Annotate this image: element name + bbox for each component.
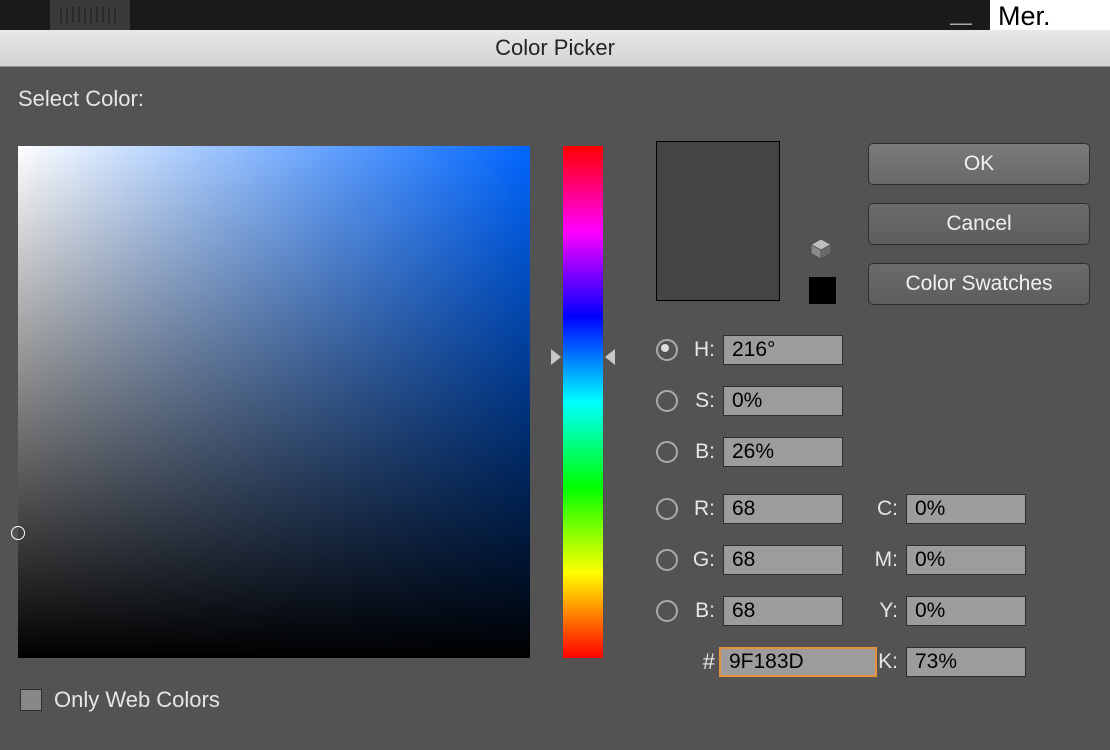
saturation-label: S: bbox=[689, 389, 715, 413]
magenta-input[interactable] bbox=[906, 545, 1026, 575]
magenta-label: M: bbox=[872, 548, 898, 572]
hue-input[interactable] bbox=[723, 335, 843, 365]
magenta-row: M: bbox=[872, 543, 1026, 577]
brightness-label: B: bbox=[689, 440, 715, 464]
blue-label: B: bbox=[689, 599, 715, 623]
dialog-title: Color Picker bbox=[0, 30, 1110, 67]
brightness-input[interactable] bbox=[723, 437, 843, 467]
only-web-colors-option[interactable]: Only Web Colors bbox=[20, 687, 220, 713]
red-label: R: bbox=[689, 497, 715, 521]
yellow-label: Y: bbox=[872, 599, 898, 623]
black-row: K: bbox=[872, 645, 1026, 679]
only-web-colors-checkbox[interactable] bbox=[20, 689, 42, 711]
saturation-brightness-field[interactable] bbox=[18, 146, 530, 658]
green-radio[interactable] bbox=[656, 549, 678, 571]
dialog-body: Select Color: OK Cancel Color Swatches H… bbox=[0, 66, 1110, 750]
green-row: G: bbox=[656, 543, 843, 577]
red-input[interactable] bbox=[723, 494, 843, 524]
yellow-row: Y: bbox=[872, 594, 1026, 628]
sv-brightness-layer bbox=[18, 146, 530, 658]
saturation-radio[interactable] bbox=[656, 390, 678, 412]
previous-color-swatch[interactable] bbox=[809, 277, 836, 304]
yellow-input[interactable] bbox=[906, 596, 1026, 626]
brightness-row: B: bbox=[656, 435, 843, 469]
hex-radio-placeholder bbox=[656, 651, 678, 673]
hue-arrow-left-icon bbox=[551, 349, 561, 365]
hex-row: # bbox=[656, 645, 877, 679]
cyan-row: C: bbox=[872, 492, 1026, 526]
cancel-button[interactable]: Cancel bbox=[868, 203, 1090, 245]
hue-row: H: bbox=[656, 333, 843, 367]
hue-slider[interactable] bbox=[563, 146, 603, 658]
panel-grip-icon bbox=[50, 0, 130, 30]
app-chrome-strip bbox=[0, 0, 1110, 30]
cube-3d-icon bbox=[810, 238, 832, 260]
black-label: K: bbox=[872, 650, 898, 674]
black-input[interactable] bbox=[906, 647, 1026, 677]
only-web-colors-label: Only Web Colors bbox=[54, 687, 220, 713]
background-corner-text: Mer. bbox=[990, 0, 1110, 33]
brightness-radio[interactable] bbox=[656, 441, 678, 463]
saturation-row: S: bbox=[656, 384, 843, 418]
ok-button[interactable]: OK bbox=[868, 143, 1090, 185]
green-input[interactable] bbox=[723, 545, 843, 575]
hex-input[interactable] bbox=[719, 647, 877, 677]
blue-input[interactable] bbox=[723, 596, 843, 626]
hex-hash-label: # bbox=[689, 649, 715, 675]
red-radio[interactable] bbox=[656, 498, 678, 520]
blue-radio[interactable] bbox=[656, 600, 678, 622]
color-picker-dialog: Color Picker Select Color: OK Cancel Col… bbox=[0, 30, 1110, 750]
color-swatches-button[interactable]: Color Swatches bbox=[868, 263, 1090, 305]
blue-row: B: bbox=[656, 594, 843, 628]
hue-radio[interactable] bbox=[656, 339, 678, 361]
saturation-input[interactable] bbox=[723, 386, 843, 416]
hue-arrow-right-icon bbox=[605, 349, 615, 365]
cyan-label: C: bbox=[872, 497, 898, 521]
hue-label: H: bbox=[689, 338, 715, 362]
green-label: G: bbox=[689, 548, 715, 572]
select-color-heading: Select Color: bbox=[18, 86, 144, 112]
new-color-swatch bbox=[656, 141, 780, 301]
red-row: R: bbox=[656, 492, 843, 526]
cyan-input[interactable] bbox=[906, 494, 1026, 524]
